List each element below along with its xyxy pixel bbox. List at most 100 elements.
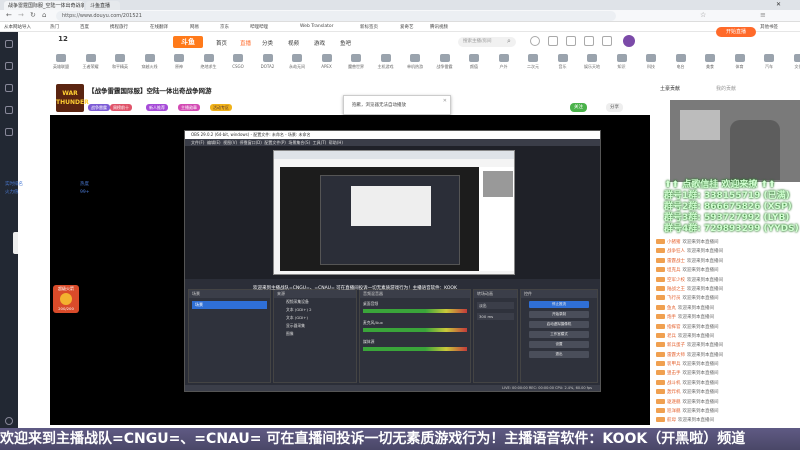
bookmark-item[interactable]: 爱奇艺 xyxy=(400,24,414,30)
video-icon[interactable] xyxy=(5,106,13,114)
bookmark-item[interactable]: 京东 xyxy=(220,24,229,30)
obs-preview[interactable] xyxy=(185,146,600,279)
category-item[interactable]: 二次元 xyxy=(520,54,546,70)
browser-tab-active[interactable]: 战争雷霆国际服_空陆一体出奇战争网游 xyxy=(4,1,84,10)
bookmark-item[interactable]: 热门 xyxy=(50,24,59,30)
bookmark-item[interactable]: 携程旅行 xyxy=(110,24,128,30)
category-item[interactable]: 主机游戏 xyxy=(373,54,399,70)
category-item[interactable]: 穿越火线 xyxy=(137,54,163,70)
share-button[interactable]: 分享 xyxy=(606,103,623,112)
browser-tab[interactable]: 斗鱼直播 xyxy=(86,1,120,10)
start-live-button[interactable]: 开始直播 xyxy=(716,27,756,37)
bookmark-item[interactable]: 从本网站导入 xyxy=(4,24,31,30)
home-icon[interactable] xyxy=(5,40,13,48)
bookmark-item[interactable]: Web Translator xyxy=(300,24,334,29)
category-item[interactable]: 音乐 xyxy=(550,54,576,70)
category-item[interactable]: 文化 xyxy=(786,54,800,70)
chat-nick[interactable]: 轰炸机 xyxy=(667,390,681,395)
sidebar-toggle[interactable] xyxy=(13,232,18,254)
chat-nick[interactable]: 雷霆战士 xyxy=(667,259,685,264)
message-icon[interactable] xyxy=(566,36,576,46)
menu-icon[interactable]: ≡ xyxy=(760,11,766,19)
category-item[interactable]: 和平精英 xyxy=(107,54,133,70)
category-item[interactable]: 美食 xyxy=(697,54,723,70)
task-icon[interactable] xyxy=(602,36,612,46)
streamer-avatar[interactable]: WAR THUNDER xyxy=(56,84,89,112)
home-icon[interactable]: ⌂ xyxy=(42,11,46,19)
category-item[interactable]: DOTA2 xyxy=(255,54,281,69)
category-item[interactable]: 魔兽世界 xyxy=(343,54,369,70)
follow-icon[interactable] xyxy=(5,62,13,70)
category-item[interactable]: APEX xyxy=(314,54,340,69)
nav-home[interactable]: 首页 xyxy=(216,39,227,47)
category-item[interactable]: 永劫无间 xyxy=(284,54,310,70)
chat-nick[interactable]: 航母 xyxy=(667,418,676,423)
obs-menu-item[interactable]: 停靠窗口(D) xyxy=(240,140,262,145)
follow-button[interactable]: 关注 xyxy=(570,103,587,112)
category-item[interactable]: 娱乐天地 xyxy=(579,54,605,70)
scene-item[interactable]: 场景 xyxy=(192,301,267,309)
category-item[interactable]: 汽车 xyxy=(756,54,782,70)
tab-rich-contrib[interactable]: 土豪贡献 xyxy=(660,85,680,92)
tag[interactable]: 新人推荐 xyxy=(146,104,168,111)
start-record-button[interactable]: 开始录制 xyxy=(529,311,589,318)
category-item[interactable]: 户外 xyxy=(491,54,517,70)
bookmark-item[interactable]: 其他书签 xyxy=(760,24,778,30)
settings-button[interactable]: 设置 xyxy=(529,341,589,348)
chat-nick[interactable]: 老兵 xyxy=(667,334,676,339)
avatar[interactable] xyxy=(623,35,635,47)
obs-menu-item[interactable]: 帮助(H) xyxy=(329,140,343,145)
gift-badge[interactable]: 超级火箭 200/200 xyxy=(53,285,79,313)
source-item[interactable]: 图像 xyxy=(286,330,356,338)
chat-nick[interactable]: 飞行员 xyxy=(667,296,681,301)
tag[interactable]: 主播勋章 xyxy=(178,104,200,111)
chat-nick[interactable]: 指挥官 xyxy=(667,325,681,330)
tab-my-contrib[interactable]: 我的贡献 xyxy=(716,85,736,92)
chat-nick[interactable]: 驱逐舰 xyxy=(667,400,681,405)
close-icon[interactable]: ✕ xyxy=(443,98,447,104)
category-item[interactable]: 单机热游 xyxy=(402,54,428,70)
source-item[interactable]: 文本 (GDI+) 2 xyxy=(286,306,356,314)
nav-category[interactable]: 分类 xyxy=(262,39,273,47)
chat-nick[interactable]: 空军少校 xyxy=(667,278,685,283)
search-icon[interactable]: ⌕ xyxy=(507,37,511,46)
obs-menu-item[interactable]: 场景集合(S) xyxy=(288,140,310,145)
chat-nick[interactable]: 炮手 xyxy=(667,315,676,320)
studio-mode-button[interactable]: 工作室模式 xyxy=(529,331,589,338)
stop-stream-button[interactable]: 停止推流 xyxy=(529,301,589,308)
back-icon[interactable]: ← xyxy=(6,11,12,19)
chat-nick[interactable]: 小猪猪 xyxy=(667,240,681,245)
transition-duration[interactable]: 300 ms xyxy=(477,313,514,320)
chat-nick[interactable]: 巡洋舰 xyxy=(667,409,681,414)
bookmark-item[interactable]: 网易 xyxy=(190,24,199,30)
settings-icon[interactable] xyxy=(5,417,13,425)
chat-nick[interactable]: 鱼丸 xyxy=(667,306,676,311)
nav-game[interactable]: 游戏 xyxy=(314,39,325,47)
category-item[interactable]: 原神 xyxy=(166,54,192,70)
site-logo[interactable]: 斗鱼 xyxy=(173,36,203,48)
chat-nick[interactable]: 战斗机 xyxy=(667,381,681,386)
obs-menu-item[interactable]: 编辑(E) xyxy=(207,140,221,145)
nav-video[interactable]: 视频 xyxy=(288,39,299,47)
transition-select[interactable]: 淡出 xyxy=(477,302,514,309)
tag[interactable]: 周榜前十 xyxy=(110,104,132,111)
chat-nick[interactable]: 坦克兵 xyxy=(667,268,681,273)
category-item[interactable]: 英雄联盟 xyxy=(48,54,74,70)
close-window-icon[interactable]: ✕ xyxy=(776,1,781,8)
download-icon[interactable] xyxy=(584,36,594,46)
url-input[interactable]: https://www.douyu.com/201521 xyxy=(56,11,616,21)
bookmark-item[interactable]: 百度 xyxy=(80,24,89,30)
star-icon[interactable]: ☆ xyxy=(700,11,706,19)
chat-nick[interactable]: 战争狂人 xyxy=(667,249,685,254)
chat-nick[interactable]: 装甲兵 xyxy=(667,362,681,367)
category-item[interactable]: 绝地求生 xyxy=(196,54,222,70)
bookmark-item[interactable]: 在线翻译 xyxy=(150,24,168,30)
chat-nick[interactable]: 新兵蛋子 xyxy=(667,343,685,348)
reload-icon[interactable]: ↻ xyxy=(30,11,36,19)
nav-fishbar[interactable]: 鱼吧 xyxy=(340,39,351,47)
obs-menu-item[interactable]: 工具(T) xyxy=(313,140,327,145)
category-item[interactable]: 电台 xyxy=(668,54,694,70)
follow-list-icon[interactable] xyxy=(548,36,558,46)
tag[interactable]: 战争雷霆 xyxy=(88,104,110,111)
tag[interactable]: 活动专区 xyxy=(210,104,232,111)
